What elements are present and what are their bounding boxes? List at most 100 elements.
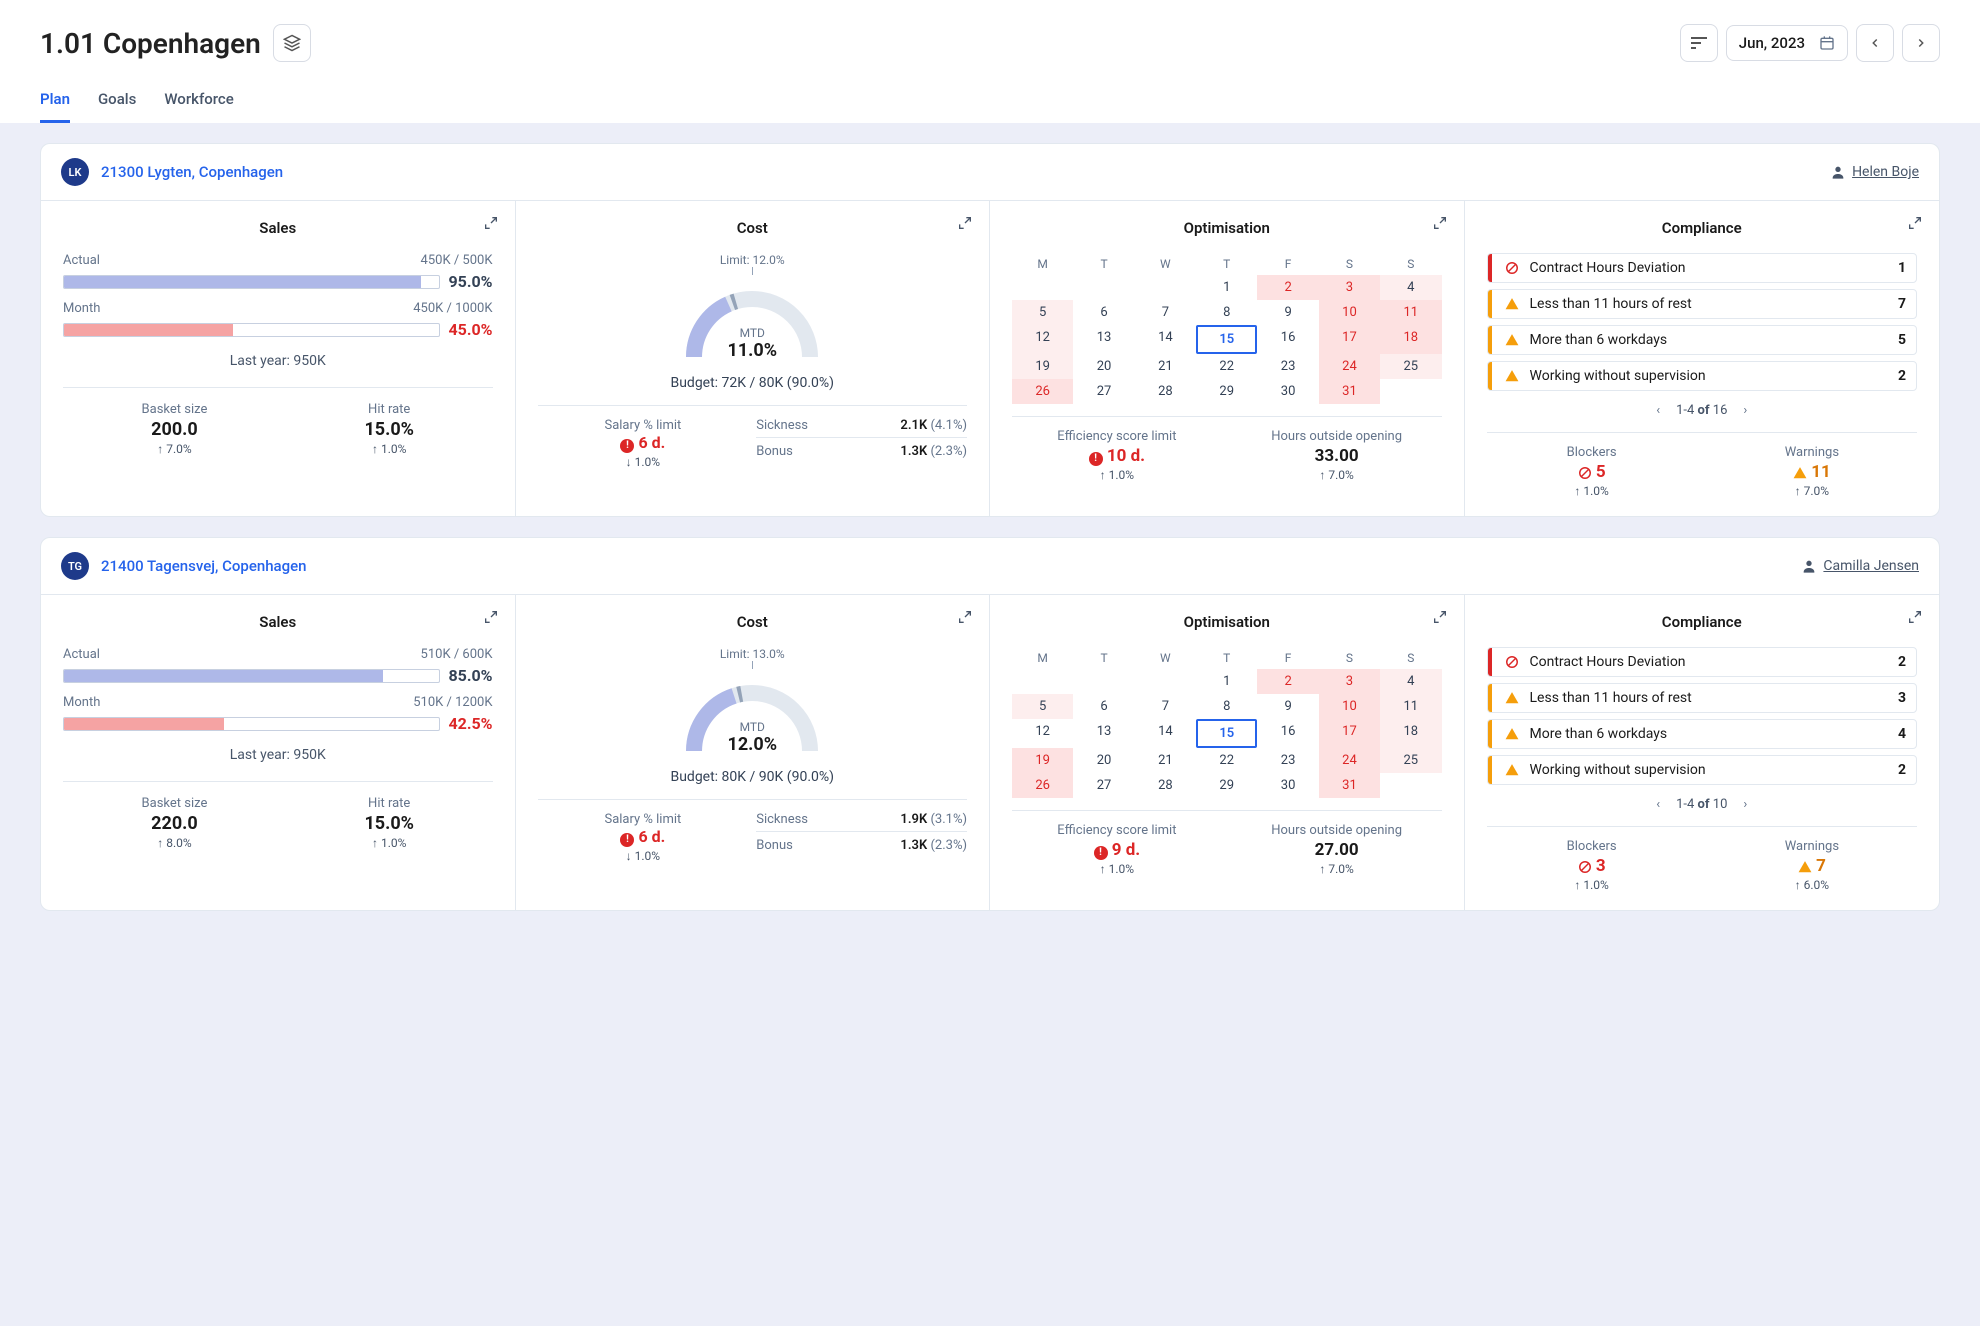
expand-button[interactable] — [1432, 609, 1448, 625]
cal-day[interactable]: 21 — [1135, 748, 1196, 773]
page-prev[interactable]: ‹ — [1650, 795, 1666, 814]
cal-day[interactable]: 28 — [1135, 379, 1196, 404]
compliance-item[interactable]: Less than 11 hours of rest 3 — [1487, 683, 1918, 713]
cal-day[interactable]: 25 — [1380, 748, 1441, 773]
cal-day[interactable]: 23 — [1257, 354, 1318, 379]
cal-day[interactable]: 26 — [1012, 379, 1073, 404]
cal-day[interactable]: 16 — [1257, 719, 1318, 748]
cal-day[interactable]: 14 — [1135, 325, 1196, 354]
cal-day[interactable]: 2 — [1257, 669, 1318, 694]
prev-month-button[interactable] — [1856, 24, 1894, 62]
cal-day[interactable]: 4 — [1380, 669, 1441, 694]
layers-icon-button[interactable] — [273, 24, 311, 62]
cal-day[interactable]: 6 — [1073, 300, 1134, 325]
compliance-item[interactable]: Less than 11 hours of rest 7 — [1487, 289, 1918, 319]
cal-day[interactable]: 5 — [1012, 694, 1073, 719]
cal-day[interactable] — [1135, 275, 1196, 300]
expand-button[interactable] — [1907, 215, 1923, 231]
compliance-item[interactable]: More than 6 workdays 5 — [1487, 325, 1918, 355]
cal-day[interactable]: 9 — [1257, 694, 1318, 719]
cal-day[interactable]: 7 — [1135, 300, 1196, 325]
expand-button[interactable] — [1907, 609, 1923, 625]
manager-link[interactable]: Camilla Jensen — [1801, 558, 1919, 574]
manager-link[interactable]: Helen Boje — [1830, 164, 1919, 180]
cal-day[interactable]: 15 — [1196, 325, 1257, 354]
cal-day[interactable]: 29 — [1196, 379, 1257, 404]
cal-day[interactable]: 17 — [1319, 719, 1380, 748]
cal-day[interactable]: 13 — [1073, 719, 1134, 748]
cal-day[interactable]: 1 — [1196, 669, 1257, 694]
cal-day[interactable]: 8 — [1196, 300, 1257, 325]
cal-day[interactable]: 10 — [1319, 694, 1380, 719]
cal-day[interactable]: 13 — [1073, 325, 1134, 354]
cal-day[interactable]: 9 — [1257, 300, 1318, 325]
cal-day[interactable]: 19 — [1012, 748, 1073, 773]
cal-day[interactable]: 12 — [1012, 719, 1073, 748]
compliance-item[interactable]: Working without supervision 2 — [1487, 361, 1918, 391]
cal-day[interactable]: 23 — [1257, 748, 1318, 773]
cal-day[interactable]: 30 — [1257, 773, 1318, 798]
tab-workforce[interactable]: Workforce — [164, 90, 233, 123]
cal-day[interactable]: 12 — [1012, 325, 1073, 354]
cal-day[interactable] — [1073, 275, 1134, 300]
cal-day[interactable]: 11 — [1380, 694, 1441, 719]
cal-day[interactable]: 15 — [1196, 719, 1257, 748]
cal-day[interactable]: 21 — [1135, 354, 1196, 379]
cal-day[interactable]: 25 — [1380, 354, 1441, 379]
cal-day[interactable]: 11 — [1380, 300, 1441, 325]
cal-day[interactable]: 5 — [1012, 300, 1073, 325]
expand-button[interactable] — [957, 215, 973, 231]
cal-day[interactable]: 28 — [1135, 773, 1196, 798]
cal-day[interactable]: 4 — [1380, 275, 1441, 300]
cal-day[interactable] — [1135, 669, 1196, 694]
cal-day[interactable] — [1380, 773, 1441, 798]
cal-day[interactable]: 22 — [1196, 748, 1257, 773]
cal-day[interactable]: 26 — [1012, 773, 1073, 798]
cal-day[interactable]: 20 — [1073, 354, 1134, 379]
page-next[interactable]: › — [1737, 401, 1753, 420]
cal-day[interactable] — [1012, 275, 1073, 300]
expand-button[interactable] — [483, 609, 499, 625]
cal-day[interactable]: 27 — [1073, 773, 1134, 798]
compliance-item[interactable]: Working without supervision 2 — [1487, 755, 1918, 785]
compliance-item[interactable]: Contract Hours Deviation 1 — [1487, 253, 1918, 283]
cal-day[interactable]: 7 — [1135, 694, 1196, 719]
store-name[interactable]: 21400 Tagensvej, Copenhagen — [101, 557, 307, 575]
date-picker[interactable]: Jun, 2023 — [1726, 25, 1848, 61]
cal-day[interactable]: 3 — [1319, 669, 1380, 694]
cal-day[interactable] — [1073, 669, 1134, 694]
cal-day[interactable]: 18 — [1380, 325, 1441, 354]
cal-day[interactable]: 24 — [1319, 748, 1380, 773]
tab-goals[interactable]: Goals — [98, 90, 136, 123]
cal-day[interactable]: 24 — [1319, 354, 1380, 379]
page-next[interactable]: › — [1737, 795, 1753, 814]
store-name[interactable]: 21300 Lygten, Copenhagen — [101, 163, 283, 181]
cal-day[interactable] — [1012, 669, 1073, 694]
cal-day[interactable]: 31 — [1319, 773, 1380, 798]
cal-day[interactable]: 30 — [1257, 379, 1318, 404]
cal-day[interactable]: 16 — [1257, 325, 1318, 354]
expand-button[interactable] — [483, 215, 499, 231]
cal-day[interactable]: 10 — [1319, 300, 1380, 325]
compliance-item[interactable]: More than 6 workdays 4 — [1487, 719, 1918, 749]
cal-day[interactable] — [1380, 379, 1441, 404]
sort-button[interactable] — [1680, 24, 1718, 62]
cal-day[interactable]: 20 — [1073, 748, 1134, 773]
tab-plan[interactable]: Plan — [40, 90, 70, 123]
cal-day[interactable]: 1 — [1196, 275, 1257, 300]
cal-day[interactable]: 18 — [1380, 719, 1441, 748]
compliance-item[interactable]: Contract Hours Deviation 2 — [1487, 647, 1918, 677]
page-prev[interactable]: ‹ — [1650, 401, 1666, 420]
cal-day[interactable]: 19 — [1012, 354, 1073, 379]
cal-day[interactable]: 22 — [1196, 354, 1257, 379]
cal-day[interactable]: 3 — [1319, 275, 1380, 300]
expand-button[interactable] — [1432, 215, 1448, 231]
cal-day[interactable]: 8 — [1196, 694, 1257, 719]
cal-day[interactable]: 6 — [1073, 694, 1134, 719]
cal-day[interactable]: 29 — [1196, 773, 1257, 798]
cal-day[interactable]: 17 — [1319, 325, 1380, 354]
cal-day[interactable]: 2 — [1257, 275, 1318, 300]
next-month-button[interactable] — [1902, 24, 1940, 62]
cal-day[interactable]: 31 — [1319, 379, 1380, 404]
cal-day[interactable]: 14 — [1135, 719, 1196, 748]
